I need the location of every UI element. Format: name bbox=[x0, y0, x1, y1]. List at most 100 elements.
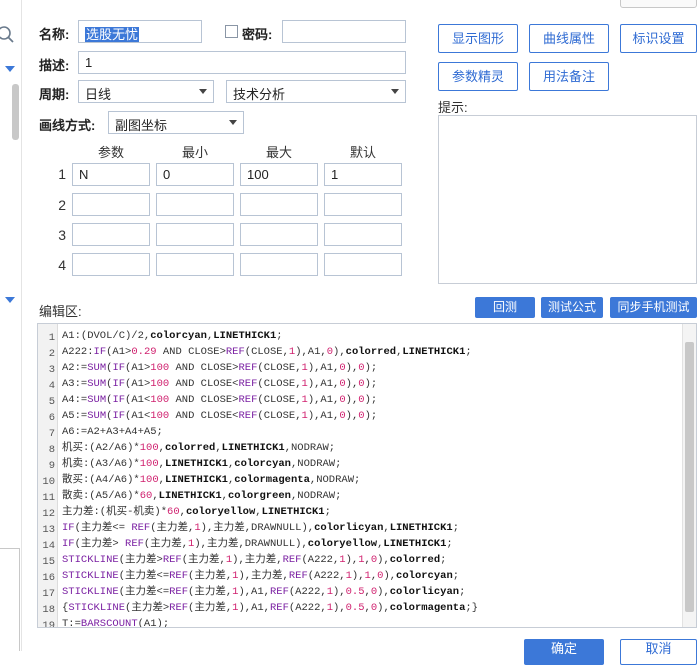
param-header-default: 默认 bbox=[349, 145, 376, 160]
code-text: A5:=SUM(IF(A1<100 AND CLOSE<REF(CLOSE,1)… bbox=[62, 410, 378, 422]
code-line: 2 A222:IF(A1>0.29 AND CLOSE>REF(CLOSE,1),… bbox=[38, 344, 472, 360]
code-text: A3:=SUM(IF(A1>100 AND CLOSE<REF(CLOSE,1)… bbox=[62, 378, 378, 390]
side-scrollbar[interactable] bbox=[12, 84, 19, 140]
usage-notes-button[interactable]: 用法备注 bbox=[529, 62, 609, 91]
desc-input[interactable]: 1 bbox=[78, 51, 406, 74]
draw-mode-value: 副图坐标 bbox=[115, 118, 168, 133]
param-header-max: 最大 bbox=[265, 145, 292, 160]
code-line: 4 A3:=SUM(IF(A1>100 AND CLOSE<REF(CLOSE,1… bbox=[38, 376, 377, 392]
param-name-input[interactable] bbox=[72, 193, 150, 216]
chevron-down-icon bbox=[199, 89, 207, 94]
code-line: 12 主力差:(机买-机卖)*60,coloryellow,LINETHICK1; bbox=[38, 504, 331, 520]
param-max-input[interactable]: 100 bbox=[240, 163, 318, 186]
param-min-input[interactable] bbox=[156, 253, 234, 276]
name-input[interactable]: 选股无忧 bbox=[78, 20, 202, 43]
type-select[interactable]: 技术分析 bbox=[226, 80, 406, 103]
hint-textarea[interactable] bbox=[438, 115, 697, 284]
code-line: 7 A6:=A2+A3+A4+A5; bbox=[38, 424, 163, 440]
code-text: STICKLINE(主力差<=REF(主力差,1),A1,REF(A222,1)… bbox=[62, 586, 466, 598]
param-row-number: 3 bbox=[58, 227, 66, 243]
password-label: 密码: bbox=[242, 27, 273, 42]
code-line: 15 STICKLINE(主力差>REF(主力差,1),主力差,REF(A222,… bbox=[38, 552, 446, 568]
editor-scrollbar-thumb[interactable] bbox=[685, 342, 694, 612]
param-min-input[interactable]: 0 bbox=[156, 163, 234, 186]
mark-settings-button[interactable]: 标识设置 bbox=[620, 24, 697, 53]
code-line: 1 A1:(DVOL/C)/2,colorcyan,LINETHICK1; bbox=[38, 328, 283, 344]
code-line: 10 散买:(A4/A6)*100,LINETHICK1,colormagenta… bbox=[38, 472, 360, 488]
param-default-input[interactable]: 1 bbox=[324, 163, 402, 186]
code-line: 8 机买:(A2/A6)*100,colorred,LINETHICK1,NODR… bbox=[38, 440, 335, 456]
param-min-input[interactable] bbox=[156, 193, 234, 216]
code-text: 主力差:(机买-机卖)*60,coloryellow,LINETHICK1; bbox=[62, 506, 331, 518]
draw-mode-label: 画线方式: bbox=[39, 118, 96, 133]
code-line: 5 A4:=SUM(IF(A1<100 AND CLOSE>REF(CLOSE,1… bbox=[38, 392, 377, 408]
name-value: 选股无忧 bbox=[85, 27, 140, 42]
code-line: 17 STICKLINE(主力差<=REF(主力差,1),A1,REF(A222,… bbox=[38, 584, 465, 600]
editor-label: 编辑区: bbox=[39, 304, 82, 319]
code-text: A2:=SUM(IF(A1>100 AND CLOSE>REF(CLOSE,1)… bbox=[62, 362, 378, 374]
param-row-number: 1 bbox=[58, 166, 66, 182]
cancel-button[interactable]: 取消 bbox=[620, 639, 697, 665]
code-line: 14 IF(主力差> REF(主力差,1),主力差,DRAWNULL),color… bbox=[38, 536, 452, 552]
param-min-input[interactable] bbox=[156, 223, 234, 246]
period-value: 日线 bbox=[85, 87, 112, 102]
code-text: T:=BARSCOUNT(A1); bbox=[62, 618, 170, 628]
side-panel-box bbox=[0, 548, 20, 651]
code-text: A6:=A2+A3+A4+A5; bbox=[62, 426, 163, 438]
param-name-input[interactable] bbox=[72, 223, 150, 246]
code-text: IF(主力差<= REF(主力差,1),主力差,DRAWNULL),colorl… bbox=[62, 522, 460, 534]
draw-mode-select[interactable]: 副图坐标 bbox=[108, 111, 244, 134]
ok-button[interactable]: 确定 bbox=[524, 639, 604, 665]
curve-props-button[interactable]: 曲线属性 bbox=[529, 24, 609, 53]
code-line: 11 散卖:(A5/A6)*60,LINETHICK1,colorgreen,NO… bbox=[38, 488, 341, 504]
param-header-min: 最小 bbox=[181, 145, 208, 160]
param-max-input[interactable] bbox=[240, 253, 318, 276]
param-row-number: 2 bbox=[58, 197, 66, 213]
code-editor[interactable]: 1 A1:(DVOL/C)/2,colorcyan,LINETHICK1; 2 A22… bbox=[37, 323, 697, 628]
param-default-input[interactable] bbox=[324, 193, 402, 216]
param-wizard-button[interactable]: 参数精灵 bbox=[438, 62, 518, 91]
chevron-down-icon bbox=[229, 120, 237, 125]
code-line: 18 {STICKLINE(主力差>REF(主力差,1),A1,REF(A222,… bbox=[38, 600, 478, 616]
code-line: 9 机卖:(A3/A6)*100,LINETHICK1,colorcyan,NOD… bbox=[38, 456, 342, 472]
top-right-button[interactable] bbox=[620, 0, 697, 8]
param-default-input[interactable] bbox=[324, 223, 402, 246]
param-header-name: 参数 bbox=[97, 145, 124, 160]
type-value: 技术分析 bbox=[233, 87, 286, 102]
param-name-input[interactable] bbox=[72, 253, 150, 276]
search-icon[interactable] bbox=[0, 24, 16, 44]
backtest-button[interactable]: 回测 bbox=[475, 297, 535, 318]
show-graph-button[interactable]: 显示图形 bbox=[438, 24, 518, 53]
code-text: {STICKLINE(主力差>REF(主力差,1),A1,REF(A222,1)… bbox=[62, 602, 478, 614]
period-label: 周期: bbox=[39, 87, 70, 102]
code-text: A1:(DVOL/C)/2,colorcyan,LINETHICK1; bbox=[62, 330, 283, 342]
code-text: 散卖:(A5/A6)*60,LINETHICK1,colorgreen,NODR… bbox=[62, 490, 342, 502]
line-number: 19 bbox=[42, 620, 55, 628]
hint-label: 提示: bbox=[438, 100, 468, 115]
chevron-down-icon-2[interactable] bbox=[5, 297, 15, 305]
code-line: 19 T:=BARSCOUNT(A1); bbox=[38, 616, 169, 628]
code-text: IF(主力差> REF(主力差,1),主力差,DRAWNULL),colorye… bbox=[62, 538, 453, 550]
password-checkbox[interactable] bbox=[225, 25, 238, 38]
code-text: 机买:(A2/A6)*100,colorred,LINETHICK1,NODRA… bbox=[62, 442, 336, 454]
desc-label: 描述: bbox=[39, 58, 70, 73]
test-formula-button[interactable]: 测试公式 bbox=[541, 297, 603, 318]
param-name-input[interactable]: N bbox=[72, 163, 150, 186]
param-default-input[interactable] bbox=[324, 253, 402, 276]
code-text: STICKLINE(主力差>REF(主力差,1),主力差,REF(A222,1)… bbox=[62, 554, 447, 566]
sync-mobile-button[interactable]: 同步手机测试 bbox=[610, 297, 697, 318]
code-line: 3 A2:=SUM(IF(A1>100 AND CLOSE>REF(CLOSE,1… bbox=[38, 360, 377, 376]
code-text: STICKLINE(主力差<=REF(主力差,1),主力差,REF(A222,1… bbox=[62, 570, 460, 582]
code-text: A222:IF(A1>0.29 AND CLOSE>REF(CLOSE,1),A… bbox=[62, 346, 472, 358]
chevron-down-icon[interactable] bbox=[5, 66, 15, 74]
editor-scrollbar[interactable] bbox=[682, 324, 696, 627]
code-line: 13 IF(主力差<= REF(主力差,1),主力差,DRAWNULL),colo… bbox=[38, 520, 459, 536]
name-label: 名称: bbox=[39, 27, 70, 42]
param-row-number: 4 bbox=[58, 257, 66, 273]
password-input[interactable] bbox=[282, 20, 406, 43]
period-select[interactable]: 日线 bbox=[78, 80, 214, 103]
param-max-input[interactable] bbox=[240, 223, 318, 246]
code-line: 16 STICKLINE(主力差<=REF(主力差,1),主力差,REF(A222… bbox=[38, 568, 459, 584]
param-max-input[interactable] bbox=[240, 193, 318, 216]
left-side-panel bbox=[0, 0, 22, 651]
